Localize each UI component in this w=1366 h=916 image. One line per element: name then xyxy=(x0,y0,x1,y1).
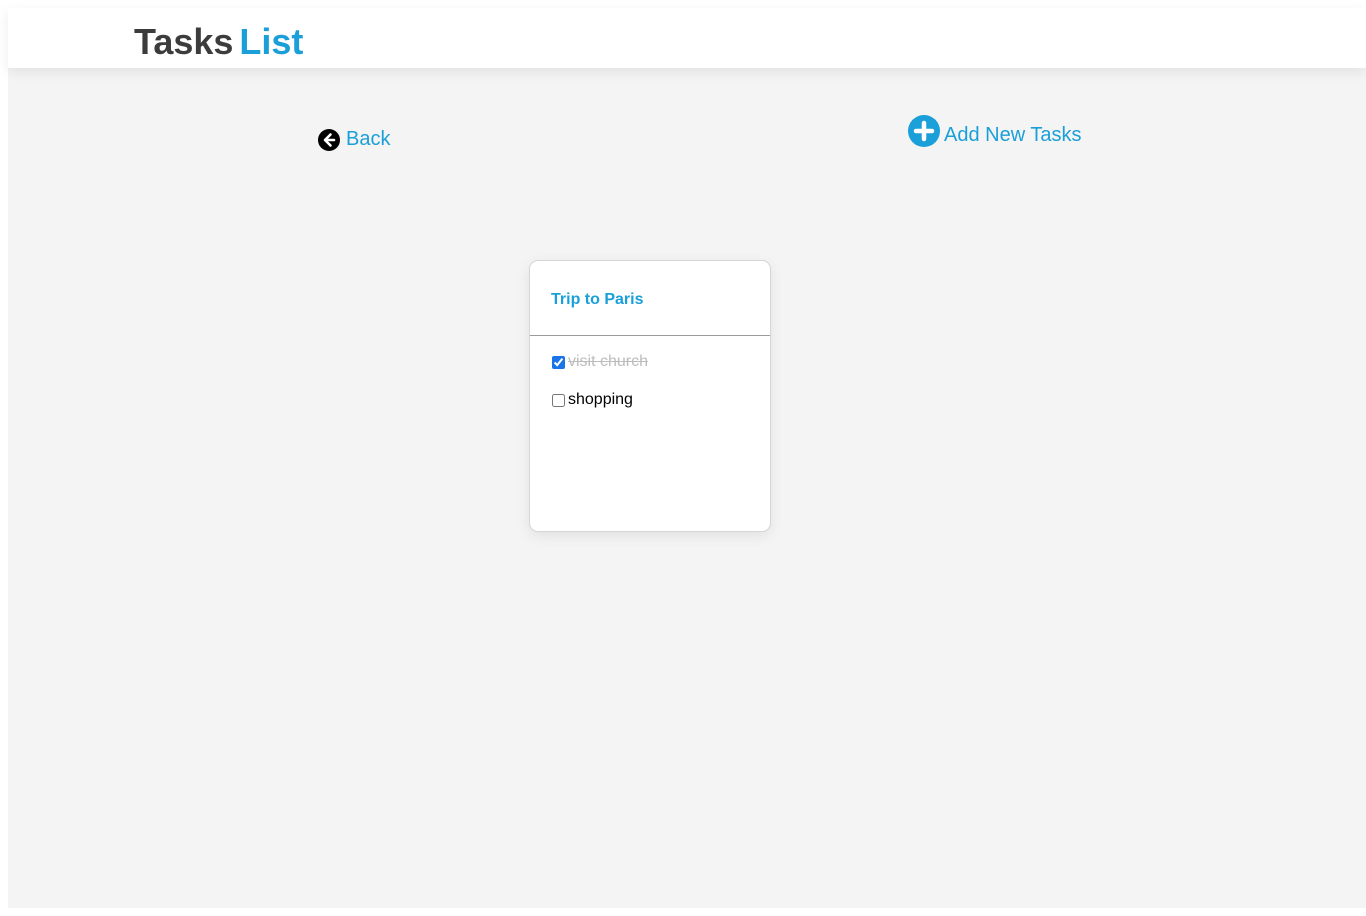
app-header: Tasks List xyxy=(8,8,1366,68)
add-new-tasks-link[interactable]: Add New Tasks xyxy=(908,115,1082,151)
task-card-title: Trip to Paris xyxy=(551,291,644,308)
task-card: Trip to Paris visit church shopping xyxy=(529,260,771,532)
task-item[interactable]: shopping xyxy=(552,391,633,409)
card-divider xyxy=(530,335,770,336)
arrow-circle-left-icon xyxy=(318,128,340,151)
task-checkbox[interactable] xyxy=(552,393,565,407)
page-background: Tasks List Back Add New Tasks Trip to Par… xyxy=(8,8,1366,908)
back-link[interactable]: Back xyxy=(318,128,390,151)
plus-circle-icon xyxy=(908,115,940,147)
add-new-tasks-label: Add New Tasks xyxy=(944,123,1082,146)
app-title-part1: Tasks xyxy=(134,21,234,62)
task-checkbox[interactable] xyxy=(552,355,565,369)
app-title: Tasks List xyxy=(134,22,303,62)
task-label: visit church xyxy=(568,353,649,370)
back-label: Back xyxy=(346,128,391,150)
task-item[interactable]: visit church xyxy=(552,353,648,371)
task-label: shopping xyxy=(568,391,633,408)
app-title-part2: List xyxy=(239,21,304,62)
